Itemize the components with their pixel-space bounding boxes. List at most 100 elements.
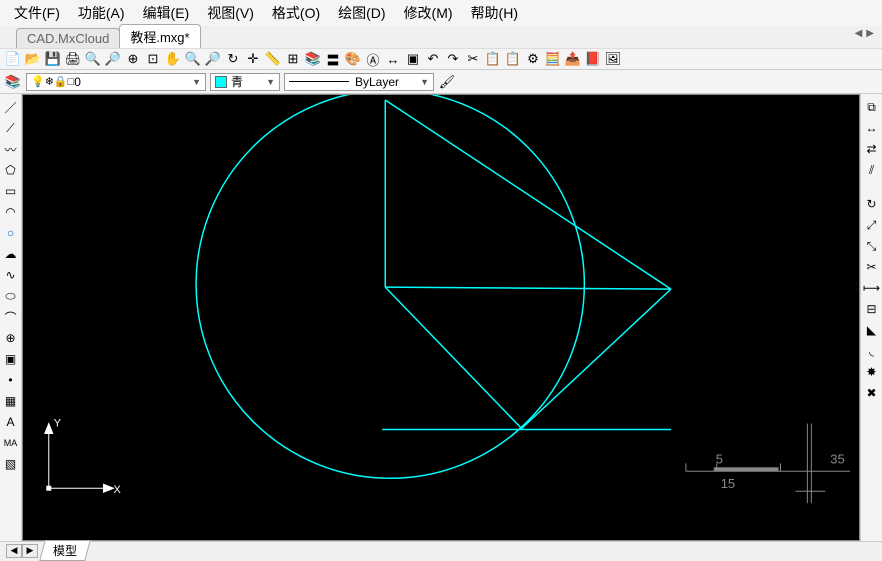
menu-func[interactable]: 功能(A): [72, 1, 131, 25]
mirror-tool-icon[interactable]: ⇄: [863, 140, 881, 158]
bottom-tab-bar: ◀ ▶ 模型: [0, 541, 882, 559]
export-icon[interactable]: 📤: [564, 50, 582, 68]
model-tab[interactable]: 模型: [39, 540, 91, 561]
layers-icon[interactable]: 📚: [304, 50, 322, 68]
regen-icon[interactable]: ↻: [224, 50, 242, 68]
zoom-out-icon[interactable]: 🔎: [104, 50, 122, 68]
pdf-icon[interactable]: 📕: [584, 50, 602, 68]
copy-obj-tool-icon[interactable]: ⧉: [863, 98, 881, 116]
text-style-icon[interactable]: Ⓐ: [364, 50, 382, 68]
copy-icon[interactable]: 📋: [484, 50, 502, 68]
color-name: 青: [231, 73, 243, 90]
color-icon[interactable]: 🎨: [344, 50, 362, 68]
text-tool-icon[interactable]: A: [2, 413, 20, 431]
menu-edit[interactable]: 编辑(E): [137, 1, 196, 25]
point-tool-icon[interactable]: •: [2, 371, 20, 389]
region-tool-icon[interactable]: ▧: [2, 455, 20, 473]
scale-35: 35: [830, 451, 844, 466]
doc-tab-1[interactable]: CAD.MxCloud: [16, 28, 120, 48]
paste-icon[interactable]: 📋: [504, 50, 522, 68]
sheet-next-button[interactable]: ▶: [22, 544, 38, 558]
linetype-icon[interactable]: 〓: [324, 50, 342, 68]
redo-icon[interactable]: ↷: [444, 50, 462, 68]
move-tool-icon[interactable]: ↔: [863, 119, 881, 137]
calc-icon[interactable]: 🧮: [544, 50, 562, 68]
trim-tool-icon[interactable]: ✂: [863, 258, 881, 276]
line-tool-icon[interactable]: ／: [2, 98, 20, 116]
layer-name: 0: [74, 75, 81, 89]
main-toolbar: 📄 📂 💾 🖨 🔍 🔎 ⊕ ⊡ ✋ 🔍 🔎 ↻ ✛ 📏 ⊞ 📚 〓 🎨 Ⓐ ↔ …: [0, 48, 882, 70]
ucs-x-label: X: [113, 484, 121, 496]
scale-5: 5: [716, 451, 723, 466]
mtext-tool-icon[interactable]: MA: [2, 434, 20, 452]
drawing-canvas[interactable]: Y X 5 35 15: [22, 94, 860, 541]
tab-next-icon[interactable]: ▶: [866, 28, 874, 39]
revcloud-tool-icon[interactable]: ☁: [2, 245, 20, 263]
zoom-prev-icon[interactable]: 🔍: [184, 50, 202, 68]
properties-icon[interactable]: ⚙: [524, 50, 542, 68]
menu-format[interactable]: 格式(O): [266, 1, 326, 25]
chamfer-tool-icon[interactable]: ◣: [863, 321, 881, 339]
circle-tool-icon[interactable]: ○: [2, 224, 20, 242]
cut-icon[interactable]: ✂: [464, 50, 482, 68]
linetype-combo[interactable]: ByLayer ▼: [284, 73, 434, 91]
linetype-name: ByLayer: [355, 75, 399, 89]
color-swatch-icon: [215, 76, 227, 88]
rotate-tool-icon[interactable]: ↻: [863, 195, 881, 213]
color-combo[interactable]: 青 ▼: [210, 73, 280, 91]
menu-modify[interactable]: 修改(M): [398, 1, 459, 25]
ellipse-tool-icon[interactable]: ⬭: [2, 287, 20, 305]
chevron-down-icon: ▼: [420, 77, 429, 87]
tab-prev-icon[interactable]: ◀: [855, 28, 863, 39]
undo-icon[interactable]: ↶: [424, 50, 442, 68]
open-icon[interactable]: 📂: [24, 50, 42, 68]
pan-icon[interactable]: ✋: [164, 50, 182, 68]
erase-tool-icon[interactable]: ✖: [863, 384, 881, 402]
image-icon[interactable]: 🖼: [604, 50, 622, 68]
make-block-tool-icon[interactable]: ▣: [2, 350, 20, 368]
block-icon[interactable]: ▣: [404, 50, 422, 68]
spline-tool-icon[interactable]: ∿: [2, 266, 20, 284]
zoom-window-icon[interactable]: ⊡: [144, 50, 162, 68]
snap-icon[interactable]: ⊞: [284, 50, 302, 68]
insert-block-tool-icon[interactable]: ⊕: [2, 329, 20, 347]
properties-bar: 📚 💡❄🔒□ 0 ▼ 青 ▼ ByLayer ▼ 🖌: [0, 70, 882, 94]
layer-manager-icon[interactable]: 📚: [4, 73, 22, 91]
menu-file[interactable]: 文件(F): [8, 1, 66, 25]
dim-style-icon[interactable]: ↔: [384, 50, 402, 68]
menu-help[interactable]: 帮助(H): [465, 1, 524, 25]
sheet-prev-button[interactable]: ◀: [6, 544, 22, 558]
fillet-tool-icon[interactable]: ◟: [863, 342, 881, 360]
drawn-line-4: [522, 289, 671, 428]
offset-tool-icon[interactable]: ⫽: [863, 161, 881, 179]
zoom-realtime-icon[interactable]: 🔎: [204, 50, 222, 68]
xline-tool-icon[interactable]: ⟋: [2, 119, 20, 137]
rect-tool-icon[interactable]: ▭: [2, 182, 20, 200]
explode-tool-icon[interactable]: ✸: [863, 363, 881, 381]
extend-tool-icon[interactable]: ⟼: [863, 279, 881, 297]
stretch-tool-icon[interactable]: ⤡: [863, 237, 881, 255]
pline-tool-icon[interactable]: 〰: [2, 140, 20, 158]
new-icon[interactable]: 📄: [4, 50, 22, 68]
save-icon[interactable]: 💾: [44, 50, 62, 68]
scale-tool-icon[interactable]: ⤢: [863, 216, 881, 234]
menu-view[interactable]: 视图(V): [201, 1, 260, 25]
doc-tab-2[interactable]: 教程.mxg*: [119, 24, 200, 48]
zoom-extents-icon[interactable]: ⊕: [124, 50, 142, 68]
drawn-line-1: [385, 100, 671, 289]
layer-combo[interactable]: 💡❄🔒□ 0 ▼: [26, 73, 206, 91]
arc-tool-icon[interactable]: ◠: [2, 203, 20, 221]
zoom-in-icon[interactable]: 🔍: [84, 50, 102, 68]
canvas-svg: Y X 5 35 15: [23, 95, 859, 540]
chevron-down-icon: ▼: [192, 77, 201, 87]
break-tool-icon[interactable]: ⊟: [863, 300, 881, 318]
menu-draw[interactable]: 绘图(D): [332, 1, 391, 25]
ellipse-arc-tool-icon[interactable]: ⌒: [2, 308, 20, 326]
measure-icon[interactable]: 📏: [264, 50, 282, 68]
modify-toolbar: ⧉ ↔ ⇄ ⫽ ↻ ⤢ ⤡ ✂ ⟼ ⊟ ◣ ◟ ✸ ✖: [860, 94, 882, 541]
print-icon[interactable]: 🖨: [64, 50, 82, 68]
hatch-tool-icon[interactable]: ▦: [2, 392, 20, 410]
crosshair-icon[interactable]: ✛: [244, 50, 262, 68]
match-props-icon[interactable]: 🖌: [438, 73, 456, 91]
polygon-tool-icon[interactable]: ⬠: [2, 161, 20, 179]
